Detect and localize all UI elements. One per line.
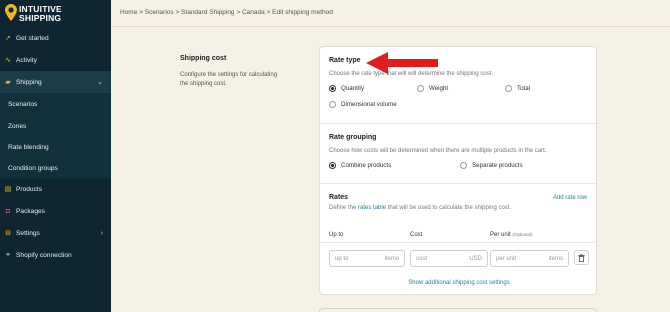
input-unit: USD — [469, 255, 482, 262]
radio-label: Separate products — [472, 162, 523, 169]
radio-dimensional-volume[interactable]: Dimensional volume — [329, 101, 397, 108]
rate-grouping-title: Rate grouping — [329, 134, 377, 141]
divider — [320, 183, 598, 184]
description-line: the shipping cost. — [180, 81, 227, 87]
sidebar-item-label: Settings — [16, 229, 40, 237]
breadcrumb[interactable]: Home > Scenarios > Standard Shipping > C… — [120, 9, 333, 16]
sidebar-item-label: Packages — [16, 207, 45, 215]
sidebar-item-zones[interactable]: Zones — [0, 115, 111, 137]
radio-label: Weight — [429, 85, 449, 92]
optional-label: (Optional) — [512, 232, 533, 237]
brand-name-line2: SHIPPING — [19, 13, 62, 23]
sidebar-item-get-started[interactable]: ➚ Get started — [0, 27, 111, 49]
column-header-up-to: Up to — [329, 232, 344, 238]
gear-icon: ⚙ — [4, 230, 12, 237]
rates-description-text: that will be used to calculate the shipp… — [386, 205, 512, 211]
radio-icon — [505, 85, 512, 92]
sidebar-item-label: Get started — [16, 34, 49, 42]
sidebar-item-label: Condition groups — [8, 164, 58, 172]
section-heading: Shipping cost — [180, 55, 227, 62]
sidebar-item-packages[interactable]: ◘ Packages — [0, 200, 111, 222]
radio-selected-icon — [329, 162, 336, 169]
radio-label: Combine products — [341, 162, 392, 169]
radio-quantity[interactable]: Quantity — [329, 85, 364, 92]
chevron-right-icon: › — [100, 229, 103, 237]
rates-table-link[interactable]: rates table — [358, 205, 386, 211]
radio-label: Total — [517, 85, 531, 92]
radio-label: Quantity — [341, 85, 365, 92]
sidebar-item-rate-blending[interactable]: Rate blending — [0, 136, 111, 158]
divider — [320, 242, 598, 243]
radio-selected-icon — [329, 85, 336, 92]
chevron-down-icon: ⌄ — [97, 79, 103, 86]
section-description: Configure the settings for calculating t… — [180, 71, 310, 89]
per-unit-input[interactable]: per unit items — [490, 250, 569, 267]
input-placeholder: cost — [416, 255, 428, 262]
annotation-arrow-icon — [366, 52, 438, 74]
input-placeholder: per unit — [496, 255, 517, 262]
rate-grouping-section: Rate grouping Choose how costs will be d… — [329, 134, 591, 154]
radio-icon — [417, 85, 424, 92]
sidebar-item-scenarios[interactable]: Scenarios — [0, 93, 111, 115]
column-header-cost: Cost — [410, 232, 423, 238]
top-bar: Home > Scenarios > Standard Shipping > C… — [111, 0, 670, 27]
location-pin-icon — [5, 4, 17, 21]
package-icon: ◘ — [5, 207, 11, 215]
up-to-input[interactable]: up to items — [329, 250, 405, 267]
sidebar-item-label: Scenarios — [8, 100, 38, 108]
add-rate-row-button[interactable]: Add rate row — [553, 195, 587, 201]
shipping-cost-intro: Shipping cost Configure the settings for… — [180, 55, 310, 89]
box-icon: ▤ — [4, 186, 12, 193]
next-card-edge — [319, 308, 597, 312]
show-additional-settings-link[interactable]: Show additional shipping cost settings — [320, 280, 598, 286]
pulse-icon: ∿ — [5, 57, 11, 64]
radio-separate-products[interactable]: Separate products — [460, 162, 523, 169]
rate-grouping-description: Choose how costs will be determined when… — [329, 148, 547, 154]
rates-description: Define the rates table that will be used… — [329, 205, 591, 211]
radio-combine-products[interactable]: Combine products — [329, 162, 391, 169]
sidebar-item-label: Zones — [8, 122, 27, 130]
rates-description-text: Define the — [329, 205, 359, 211]
radio-icon — [329, 101, 336, 108]
sidebar-item-shipping[interactable]: ▰ Shipping ⌄ — [0, 71, 111, 93]
sidebar-item-label: Rate blending — [8, 143, 49, 151]
rates-title: Rates — [329, 194, 349, 201]
sidebar-item-label: Products — [16, 185, 43, 193]
radio-icon — [460, 162, 467, 169]
column-header-label: Per unit — [490, 232, 511, 238]
input-unit: items — [384, 255, 399, 262]
sidebar-item-condition-groups[interactable]: Condition groups — [0, 157, 111, 179]
sidebar-item-label: Shopify connection — [16, 251, 72, 259]
column-header-per-unit: Per unit (Optional) — [490, 232, 533, 238]
truck-icon: ▰ — [5, 79, 11, 86]
delete-row-button[interactable] — [574, 250, 589, 265]
brand-logo[interactable]: INTUITIVE SHIPPING — [5, 3, 106, 23]
radio-weight[interactable]: Weight — [417, 85, 448, 92]
description-line: Configure the settings for calculating — [180, 72, 278, 78]
shipping-cost-card: Rate type Choose the rate type that will… — [319, 46, 598, 295]
trash-icon — [578, 253, 585, 262]
divider — [320, 123, 598, 124]
sidebar: INTUITIVE SHIPPING ➚ Get started ∿ Activ… — [0, 0, 111, 312]
sidebar-item-shopify-connection[interactable]: ⚭ Shopify connection — [0, 244, 111, 266]
rates-section: Rates Define the rates table that will b… — [329, 194, 591, 211]
radio-label: Dimensional volume — [341, 101, 397, 108]
sidebar-item-label: Activity — [16, 56, 37, 64]
sidebar-item-label: Shipping — [16, 78, 42, 86]
sidebar-item-settings[interactable]: ⚙ Settings › — [0, 222, 111, 244]
rocket-icon: ➚ — [5, 35, 11, 42]
sidebar-item-activity[interactable]: ∿ Activity — [0, 49, 111, 71]
sidebar-item-products[interactable]: ▤ Products — [0, 178, 111, 200]
link-icon: ⚭ — [5, 252, 11, 259]
input-unit: items — [548, 255, 563, 262]
input-placeholder: up to — [335, 255, 349, 262]
cost-input[interactable]: cost USD — [410, 250, 488, 267]
radio-total[interactable]: Total — [505, 85, 530, 92]
